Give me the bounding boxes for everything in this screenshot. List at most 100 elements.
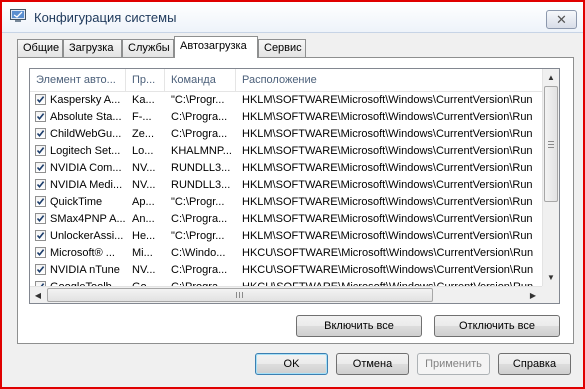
- cell-publisher: F-...: [132, 111, 152, 123]
- grip-line: [236, 292, 237, 298]
- cell-publisher: He...: [132, 230, 156, 242]
- startup-item-checkbox[interactable]: [35, 162, 46, 173]
- list-item[interactable]: SMax4PNP A... An... C:\Progra... HKLM\SOFTW…: [30, 211, 542, 228]
- checkmark-icon: [36, 181, 45, 189]
- arrow-right-icon[interactable]: ▶: [525, 287, 541, 303]
- cell-location: HKLM\SOFTWARE\Microsoft\Windows\CurrentV…: [242, 213, 533, 225]
- cell-location: HKLM\SOFTWARE\Microsoft\Windows\CurrentV…: [242, 179, 533, 191]
- vertical-scrollbar[interactable]: ▲ ▼: [542, 69, 559, 286]
- cell-item: Absolute Sta...: [50, 111, 122, 123]
- title-bar[interactable]: Конфигурация системы ✕: [2, 2, 583, 33]
- column-header-item-label: Элемент авто...: [36, 74, 116, 86]
- tab-startup-label: Автозагрузка: [180, 40, 247, 52]
- startup-item-checkbox[interactable]: [35, 264, 46, 275]
- cell-publisher: NV...: [132, 162, 156, 174]
- cell-item: QuickTime: [50, 196, 103, 208]
- startup-item-checkbox[interactable]: [35, 247, 46, 258]
- list-item[interactable]: Microsoft® ... Mi... C:\Windo... HKCU\SOFTW…: [30, 245, 542, 262]
- list-item[interactable]: Kaspersky A... Ka... "C:\Progr... HKLM\SOFT…: [30, 92, 542, 109]
- cell-location: HKLM\SOFTWARE\Microsoft\Windows\CurrentV…: [242, 162, 533, 174]
- startup-item-checkbox[interactable]: [35, 111, 46, 122]
- checkmark-icon: [36, 130, 45, 138]
- arrow-left-icon[interactable]: ◀: [30, 287, 46, 303]
- cancel-button[interactable]: Отмена: [336, 353, 409, 375]
- startup-items-list[interactable]: Элемент авто... Пр... Команда Расположен…: [29, 68, 560, 304]
- tab-general[interactable]: Общие: [17, 39, 63, 57]
- window-title: Конфигурация системы: [34, 10, 177, 25]
- column-header-publisher-label: Пр...: [132, 74, 156, 86]
- column-header-command[interactable]: Команда: [165, 69, 236, 91]
- cell-command: C:\Progra...: [171, 128, 228, 140]
- column-header-location[interactable]: Расположение: [236, 69, 542, 91]
- close-icon: ✕: [556, 12, 567, 27]
- checkmark-icon: [36, 232, 45, 240]
- checkmark-icon: [36, 249, 45, 257]
- startup-item-checkbox[interactable]: [35, 145, 46, 156]
- cancel-label: Отмена: [352, 358, 393, 370]
- arrow-down-icon[interactable]: ▼: [543, 269, 559, 285]
- list-item[interactable]: NVIDIA Medi... NV... RUNDLL3... HKLM\SOFTWA…: [30, 177, 542, 194]
- list-item[interactable]: ChildWebGu... Ze... C:\Progra... HKLM\SOFTW…: [30, 126, 542, 143]
- cell-publisher: An...: [132, 213, 155, 225]
- cell-command: "C:\Progr...: [171, 94, 225, 106]
- startup-item-checkbox[interactable]: [35, 196, 46, 207]
- vertical-scroll-thumb[interactable]: [544, 86, 558, 202]
- horizontal-scrollbar[interactable]: ◀ ▶: [30, 286, 542, 303]
- cell-command: C:\Progra...: [171, 264, 228, 276]
- disable-all-label: Отключить все: [459, 320, 535, 332]
- grip-line: [548, 141, 554, 142]
- list-item[interactable]: QuickTime Ap... "C:\Progr... HKLM\SOFTWARE\…: [30, 194, 542, 211]
- cell-publisher: Lo...: [132, 145, 154, 157]
- help-button[interactable]: Справка: [498, 353, 571, 375]
- system-config-icon: [10, 9, 26, 23]
- cell-item: Logitech Set...: [50, 145, 121, 157]
- cell-command: RUNDLL3...: [171, 179, 231, 191]
- cell-publisher: NV...: [132, 179, 156, 191]
- startup-item-checkbox[interactable]: [35, 94, 46, 105]
- arrow-up-icon[interactable]: ▲: [543, 69, 559, 85]
- list-item[interactable]: NVIDIA Com... NV... RUNDLL3... HKLM\SOFTWAR…: [30, 160, 542, 177]
- tab-general-label: Общие: [23, 42, 60, 54]
- list-item[interactable]: NVIDIA nTune NV... C:\Progra... HKCU\SOFTWA…: [30, 262, 542, 279]
- cell-location: HKLM\SOFTWARE\Microsoft\Windows\CurrentV…: [242, 196, 533, 208]
- close-button[interactable]: ✕: [546, 10, 577, 29]
- list-item[interactable]: Absolute Sta... F-... C:\Progra... HKLM\SOF…: [30, 109, 542, 126]
- cell-publisher: Ze...: [132, 128, 155, 140]
- cell-location: HKLM\SOFTWARE\Microsoft\Windows\CurrentV…: [242, 128, 533, 140]
- cell-command: RUNDLL3...: [171, 162, 231, 174]
- checkmark-icon: [36, 113, 45, 121]
- startup-item-checkbox[interactable]: [35, 230, 46, 241]
- disable-all-button[interactable]: Отключить все: [434, 315, 560, 337]
- ok-button[interactable]: OK: [255, 353, 328, 375]
- tab-tools[interactable]: Сервис: [258, 39, 306, 57]
- horizontal-scroll-thumb[interactable]: [47, 288, 433, 302]
- tab-boot-label: Загрузка: [69, 42, 114, 54]
- list-item[interactable]: Logitech Set... Lo... KHALMNP... HKLM\SOFTW…: [30, 143, 542, 160]
- startup-item-checkbox[interactable]: [35, 179, 46, 190]
- cell-item: NVIDIA nTune: [50, 264, 120, 276]
- ok-label: OK: [283, 358, 300, 370]
- checkmark-icon: [36, 147, 45, 155]
- cell-command: C:\Windo...: [171, 247, 226, 259]
- apply-button[interactable]: Применить: [417, 353, 490, 375]
- cell-location: HKLM\SOFTWARE\Microsoft\Windows\CurrentV…: [242, 94, 533, 106]
- tab-services-label: Службы: [128, 42, 170, 54]
- column-header-publisher[interactable]: Пр...: [126, 69, 165, 91]
- cell-item: Microsoft® ...: [50, 247, 115, 259]
- enable-all-button[interactable]: Включить все: [296, 315, 422, 337]
- cell-location: HKLM\SOFTWARE\Microsoft\Windows\CurrentV…: [242, 145, 533, 157]
- cell-item: Kaspersky A...: [50, 94, 121, 106]
- startup-item-checkbox[interactable]: [35, 213, 46, 224]
- apply-label: Применить: [425, 358, 482, 370]
- startup-item-checkbox[interactable]: [35, 128, 46, 139]
- checkmark-icon: [36, 164, 45, 172]
- tab-startup[interactable]: Автозагрузка: [174, 36, 258, 58]
- list-item[interactable]: UnlockerAssi... He... "C:\Progr... HKLM\SOF…: [30, 228, 542, 245]
- tab-boot[interactable]: Загрузка: [63, 39, 122, 57]
- help-label: Справка: [512, 358, 557, 370]
- tab-tools-label: Сервис: [264, 42, 302, 54]
- tab-services[interactable]: Службы: [122, 39, 174, 57]
- column-header-item[interactable]: Элемент авто...: [30, 69, 126, 91]
- cell-item: UnlockerAssi...: [50, 230, 124, 242]
- checkmark-icon: [36, 215, 45, 223]
